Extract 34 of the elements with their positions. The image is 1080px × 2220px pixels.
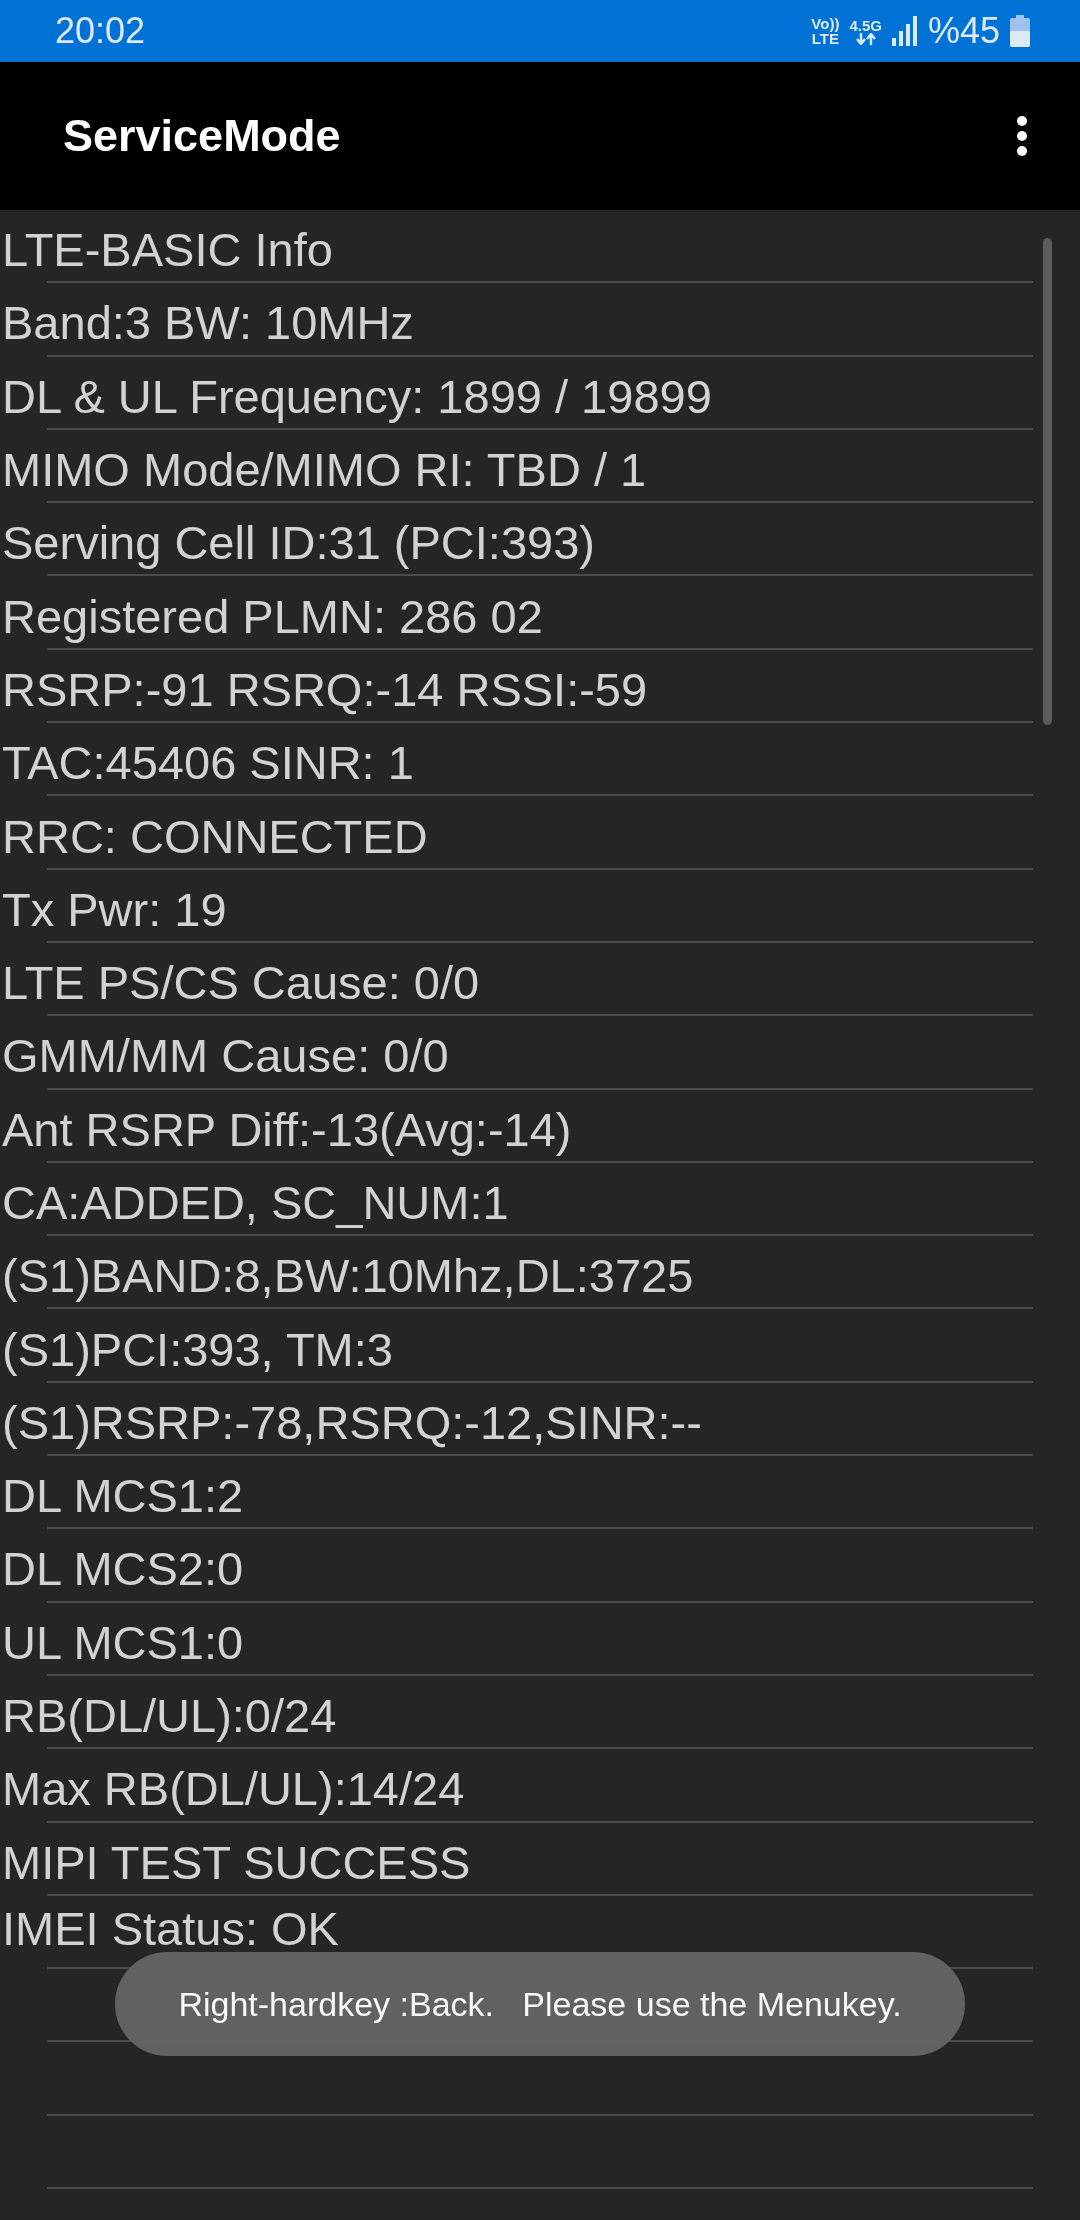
info-line: (S1)PCI:393, TM:3 xyxy=(1,1321,393,1377)
info-line: Band:3 BW: 10MHz xyxy=(1,295,414,351)
toast-message: Right-hardkey :Back. Please use the Menukey. xyxy=(115,1952,965,2056)
battery-level: %45 xyxy=(927,10,1000,52)
info-line: LTE-BASIC Info xyxy=(1,222,333,278)
info-line: MIMO Mode/MIMO RI: TBD / 1 xyxy=(1,442,647,498)
info-line: LTE PS/CS Cause: 0/0 xyxy=(1,955,480,1011)
battery-icon xyxy=(1010,15,1030,47)
network-label: 4.5G xyxy=(849,17,882,33)
info-line: DL & UL Frequency: 1899 / 19899 xyxy=(1,368,712,424)
app-title: ServiceMode xyxy=(63,110,341,162)
data-arrows-icon xyxy=(855,32,876,45)
info-line: MIPI TEST SUCCESS xyxy=(1,1834,471,1890)
info-line: Tx Pwr: 19 xyxy=(1,881,227,937)
info-line: RB(DL/UL):0/24 xyxy=(1,1688,337,1744)
info-line: (S1)RSRP:-78,RSRQ:-12,SINR:-- xyxy=(1,1394,702,1450)
info-line: (S1)BAND:8,BW:10Mhz,DL:3725 xyxy=(1,1248,694,1304)
info-line: UL MCS1:0 xyxy=(1,1614,244,1670)
info-line: DL MCS1:2 xyxy=(1,1468,244,1524)
info-line: GMM/MM Cause: 0/0 xyxy=(1,1028,449,1084)
status-time: 20:02 xyxy=(55,10,146,52)
volte-label: Vo)) xyxy=(811,16,840,31)
info-line: DL MCS2:0 xyxy=(1,1541,244,1597)
info-line: TAC:45406 SINR: 1 xyxy=(1,735,414,791)
info-line: Serving Cell ID:31 (PCI:393) xyxy=(1,515,595,571)
info-line: Max RB(DL/UL):14/24 xyxy=(1,1761,465,1817)
info-line: Ant RSRP Diff:-13(Avg:-14) xyxy=(1,1101,572,1157)
more-options-icon[interactable] xyxy=(1016,115,1028,157)
signal-icon xyxy=(891,16,918,46)
info-line: RRC: CONNECTED xyxy=(1,808,428,864)
info-line: Registered PLMN: 286 02 xyxy=(1,588,543,644)
info-line: RSRP:-91 RSRQ:-14 RSSI:-59 xyxy=(1,661,648,717)
info-line: CA:ADDED, SC_NUM:1 xyxy=(1,1175,509,1230)
volte-label: LTE xyxy=(811,31,839,46)
